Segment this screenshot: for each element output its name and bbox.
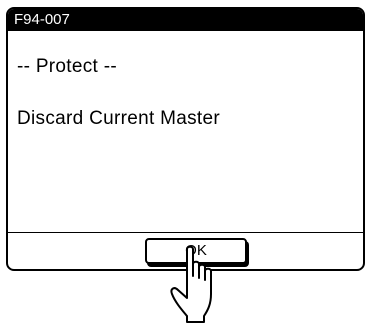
dialog-code: F94-007 bbox=[8, 9, 363, 31]
dialog-title: -- Protect -- bbox=[17, 56, 117, 77]
dialog-message: Discard Current Master bbox=[17, 108, 220, 129]
pointing-hand-icon bbox=[170, 246, 212, 323]
divider bbox=[8, 232, 363, 233]
protect-dialog: F94-007 -- Protect -- Discard Current Ma… bbox=[6, 7, 365, 271]
